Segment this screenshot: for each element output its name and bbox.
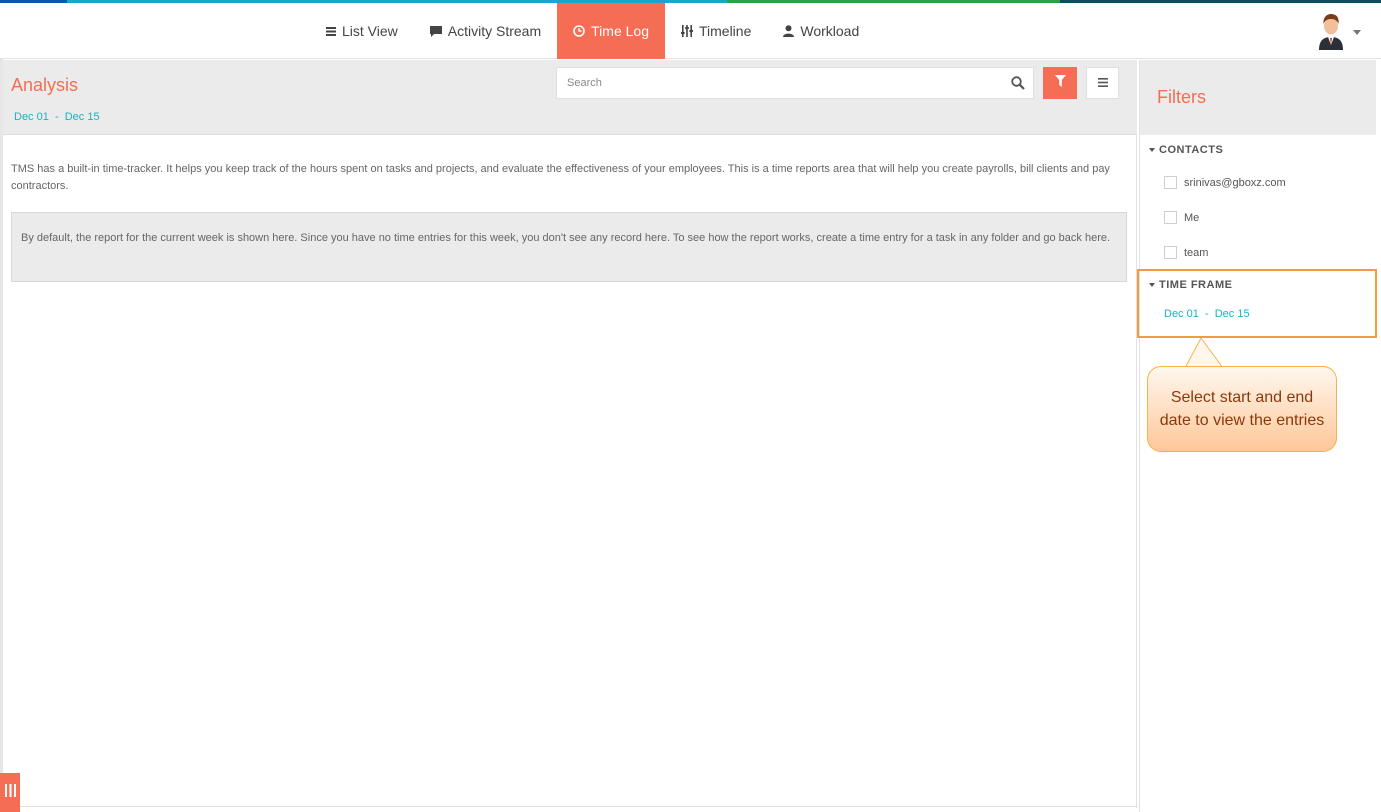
intro-text: TMS has a built-in time-tracker. It help… <box>11 163 1110 192</box>
tab-label: Time Log <box>591 23 649 39</box>
contact-label: srinivas@gboxz.com <box>1184 176 1286 189</box>
user-icon <box>783 25 795 37</box>
contacts-section-toggle[interactable]: CONTACTS <box>1149 144 1223 156</box>
checkbox[interactable] <box>1164 246 1177 259</box>
tab-workload[interactable]: Workload <box>767 3 875 59</box>
timeframe-date-range[interactable]: Dec 01 - Dec 15 <box>1164 308 1250 320</box>
comment-icon <box>429 25 442 37</box>
list-icon <box>326 26 336 36</box>
clock-icon <box>573 25 585 37</box>
tab-time-log[interactable]: Time Log <box>557 3 665 59</box>
contact-option[interactable]: team <box>1164 246 1208 259</box>
callout-tooltip: Select start and end date to view the en… <box>1147 366 1337 452</box>
tab-list-view[interactable]: List View <box>310 3 414 59</box>
sliders-icon <box>680 25 693 37</box>
main-panel: Analysis Dec 01 - Dec 15 TMS has a built… <box>3 60 1137 808</box>
contact-label: team <box>1184 246 1209 259</box>
caret-down-icon <box>1149 283 1155 287</box>
caret-down-icon <box>1149 148 1155 152</box>
tab-label: Workload <box>800 23 860 39</box>
empty-notice-text: By default, the report for the current w… <box>21 232 1111 244</box>
hamburger-icon <box>1097 74 1108 92</box>
search-icon[interactable] <box>1011 76 1025 95</box>
menu-button[interactable] <box>1086 67 1119 99</box>
contact-label: Me <box>1184 211 1200 224</box>
search-input[interactable] <box>557 68 997 98</box>
tab-label: List View <box>342 23 398 39</box>
timeframe-section-toggle[interactable]: TIME FRAME <box>1149 279 1232 291</box>
contact-option[interactable]: srinivas@gboxz.com <box>1164 176 1286 189</box>
date-range[interactable]: Dec 01 - Dec 15 <box>14 111 100 123</box>
bottom-panel-toggle[interactable] <box>0 773 20 812</box>
callout-pointer <box>1184 337 1224 369</box>
chevron-down-icon[interactable] <box>1353 30 1361 35</box>
filter-icon <box>1054 74 1066 92</box>
filter-button[interactable] <box>1043 67 1077 99</box>
sidebar-title: Filters <box>1157 87 1206 107</box>
tab-activity-stream[interactable]: Activity Stream <box>414 3 557 59</box>
checkbox[interactable] <box>1164 211 1177 224</box>
callout-text: Select start and end date to view the en… <box>1159 389 1325 429</box>
contacts-heading: CONTACTS <box>1159 144 1224 156</box>
search-box <box>556 67 1034 99</box>
sidebar-header: Filters <box>1140 60 1376 135</box>
tab-timeline[interactable]: Timeline <box>665 3 767 59</box>
view-tabs: List View Activity Stream Time Log Timel… <box>310 3 875 59</box>
user-avatar[interactable] <box>1316 12 1346 50</box>
empty-notice: By default, the report for the current w… <box>11 212 1127 282</box>
checkbox[interactable] <box>1164 176 1177 189</box>
divider <box>20 806 1138 807</box>
top-navigation: List View Activity Stream Time Log Timel… <box>0 3 1381 59</box>
tab-label: Timeline <box>698 23 752 39</box>
timeframe-heading: TIME FRAME <box>1159 279 1233 291</box>
page-title: Analysis <box>11 75 79 95</box>
main-header: Analysis Dec 01 - Dec 15 <box>3 60 1137 135</box>
tab-label: Activity Stream <box>447 23 542 39</box>
contact-option[interactable]: Me <box>1164 211 1199 224</box>
columns-icon <box>4 783 16 802</box>
